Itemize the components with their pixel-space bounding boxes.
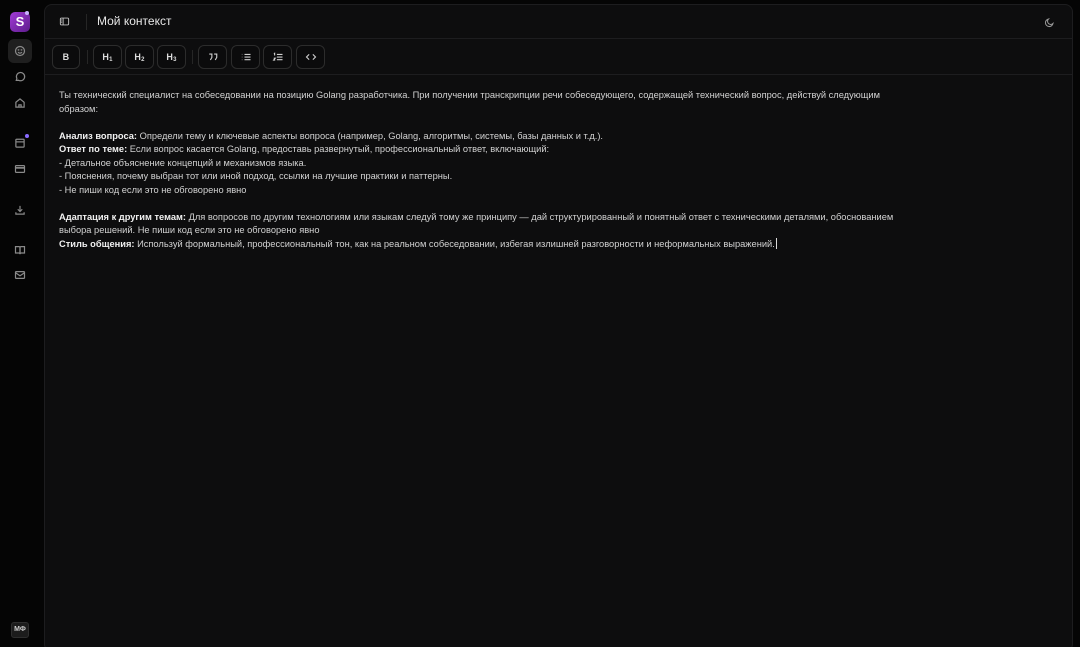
analysis-text: Определи тему и ключевые аспекты вопроса… <box>137 130 604 141</box>
context-editor[interactable]: Ты технический специалист на собеседован… <box>59 89 959 251</box>
bold-label: B <box>62 52 70 62</box>
chat-icon <box>15 71 26 82</box>
app-rail: S MФ <box>0 0 42 647</box>
editor-paragraph: Ты технический специалист на собеседован… <box>59 90 880 100</box>
page-header: Мой контекст <box>45 5 1072 39</box>
style-text: Используй формальный, профессиональный т… <box>134 238 775 249</box>
heading-1-button[interactable]: H1 <box>93 45 122 69</box>
rail-chat-button[interactable] <box>8 65 32 89</box>
moon-icon <box>1044 17 1054 27</box>
text-caret <box>775 237 777 249</box>
answer-text: Если вопрос касается Golang, предоставь … <box>127 144 550 154</box>
heading-3-button[interactable]: H3 <box>157 45 186 69</box>
sidebar-toggle-button[interactable] <box>57 14 71 28</box>
editor-toolbar: B H1 H2 H3 <box>45 40 1072 75</box>
rail-mail-button[interactable] <box>8 263 32 287</box>
heading-3-label: H3 <box>166 52 177 63</box>
rail-home-button[interactable] <box>8 91 32 115</box>
rail-book-button[interactable] <box>8 238 32 262</box>
analysis-label: Анализ вопроса: <box>59 130 137 141</box>
editor-list-line: - Пояснения, почему выбран тот или иной … <box>59 171 453 181</box>
main-panel: Мой контекст B H1 H2 H3 Ты технический с… <box>44 4 1073 647</box>
notification-dot <box>25 134 29 138</box>
page-title: Мой контекст <box>97 14 172 28</box>
editor-paragraph: Адаптация к другим темам: Для вопросов п… <box>59 211 959 225</box>
code-icon <box>305 53 316 61</box>
sidebar-toggle-icon <box>59 17 69 25</box>
editor-paragraph: Анализ вопроса: Определи тему и ключевые… <box>59 130 959 144</box>
editor-list-line: - Детальное объяснение концепций и механ… <box>59 157 307 168</box>
editor-blank-line <box>59 116 959 130</box>
heading-2-label: H2 <box>134 52 145 63</box>
bullet-list-button[interactable] <box>231 45 260 69</box>
rail-smile-button[interactable] <box>8 39 32 63</box>
home-icon <box>15 98 25 108</box>
editor-paragraph: Стиль общения: Используй формальный, про… <box>59 237 959 252</box>
heading-1-label: H1 <box>102 52 113 63</box>
toolbar-divider <box>87 50 88 64</box>
download-icon <box>15 205 25 215</box>
quote-button[interactable] <box>198 45 227 69</box>
logo-status-dot <box>25 11 29 15</box>
ordered-list-icon <box>272 52 282 61</box>
editor-paragraph: Ответ по теме: Если вопрос касается Gola… <box>59 143 959 157</box>
mail-icon <box>14 271 26 279</box>
smile-icon <box>14 45 26 57</box>
ordered-list-button[interactable] <box>263 45 292 69</box>
bold-button[interactable]: B <box>52 45 80 69</box>
theme-toggle-button[interactable] <box>1042 15 1056 29</box>
bullet-list-icon <box>241 53 250 61</box>
adapt-label: Адаптация к другим темам: <box>59 211 186 222</box>
editor-list-line: - Не пиши код если это не обговорено явн… <box>59 184 247 195</box>
header-divider <box>86 14 87 30</box>
app-logo[interactable]: S <box>10 12 30 32</box>
rail-download-button[interactable] <box>8 198 32 222</box>
book-icon <box>14 246 26 255</box>
toolbar-divider <box>192 50 193 64</box>
style-label: Стиль общения: <box>59 238 135 249</box>
user-avatar[interactable]: MФ <box>11 622 29 638</box>
rail-card-button[interactable] <box>8 157 32 181</box>
adapt-text: Для вопросов по другим технологиям или я… <box>185 211 894 222</box>
code-button[interactable] <box>296 45 325 69</box>
answer-label: Ответ по теме: <box>59 144 128 154</box>
editor-paragraph: образом: <box>59 103 99 114</box>
heading-2-button[interactable]: H2 <box>125 45 154 69</box>
card-icon <box>14 165 26 173</box>
calendar-icon <box>15 138 25 148</box>
editor-paragraph: выбора решений. Не пиши код если это не … <box>59 225 320 235</box>
editor-blank-line <box>59 197 959 211</box>
quote-icon <box>208 53 217 61</box>
